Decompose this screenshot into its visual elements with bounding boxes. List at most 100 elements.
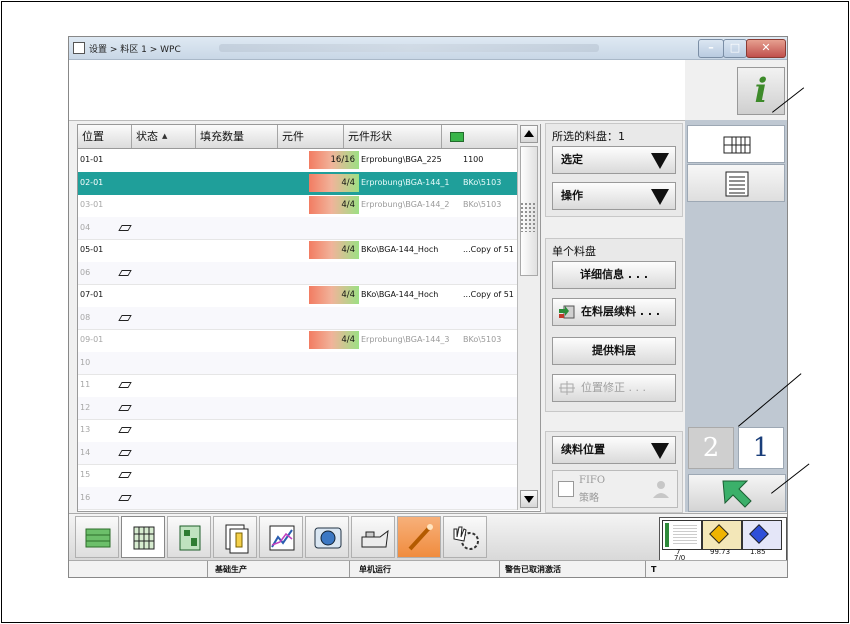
maximize-button[interactable]: □ <box>723 39 747 58</box>
extra-status: T <box>651 565 657 574</box>
empty-tray-icon <box>118 472 132 478</box>
tool-documents[interactable] <box>213 516 257 558</box>
production-mode-status: 基础生产 <box>215 565 247 574</box>
table-row[interactable]: 08 <box>78 306 540 330</box>
cell-component: Erprobung\BGA_225 <box>361 155 442 164</box>
table-row[interactable]: 06 <box>78 261 540 285</box>
cell-shape: BKo\5103 <box>463 335 502 344</box>
line-status-display[interactable]: 7 7/0 99.73 1.85 <box>659 517 787 562</box>
provide-label: 提供料层 <box>592 344 636 357</box>
refill-position-panel: 续料位置 FIFO 策略 <box>545 431 683 513</box>
column-component-shape[interactable]: 元件形状 <box>344 125 442 148</box>
table-row[interactable]: 03-01 4/4 Erprobung\BGA-144_2 BKo\5103 <box>78 194 540 218</box>
status-value-right: 1.85 <box>750 548 766 556</box>
table-header: 位置 状态 ▲ 填充数量 元件 元件形状 <box>78 125 540 149</box>
page-1-button[interactable]: 1 <box>738 427 784 469</box>
board-icon <box>179 525 201 551</box>
cell-position: 08 <box>80 312 91 322</box>
empty-tray-icon <box>118 382 132 388</box>
provide-layer-button[interactable]: 提供料层 <box>552 337 676 365</box>
splitter-grip[interactable] <box>520 202 536 232</box>
fifo-strategy-label: 策略 <box>579 493 599 504</box>
page-1-label: 1 <box>752 433 770 463</box>
user-icon <box>653 481 669 498</box>
empty-tray-icon <box>118 427 132 433</box>
wrench-icon <box>408 524 433 551</box>
cell-position: 07-01 <box>80 290 104 299</box>
status-segment-3 <box>742 520 782 550</box>
tool-camera[interactable] <box>305 516 349 558</box>
cell-component: Erprobung\BGA-144_2 <box>361 200 450 209</box>
table-scrollbar[interactable] <box>517 124 540 510</box>
page-2-button[interactable]: 2 <box>688 427 734 469</box>
tool-statistics[interactable] <box>259 516 303 558</box>
hand-gear-icon <box>453 526 479 550</box>
table-row[interactable]: 13 <box>78 419 540 443</box>
tool-tray-grid[interactable] <box>121 516 165 558</box>
bottom-toolbar: 7 7/0 99.73 1.85 <box>69 513 787 562</box>
table-row[interactable]: 02-01 4/4 Erprobung\BGA-144_1 BKo\5103 <box>78 171 540 195</box>
tray-grid-view-button[interactable] <box>687 125 785 163</box>
empty-tray-icon <box>118 449 132 456</box>
table-row[interactable]: 10 <box>78 351 540 375</box>
tool-settings-hand[interactable] <box>443 516 487 558</box>
table-row[interactable]: 07-01 4/4 BKo\BGA-144_Hoch ...Copy of 51 <box>78 284 540 308</box>
table-row[interactable]: 16 <box>78 486 540 510</box>
table-row[interactable]: 14 <box>78 441 540 465</box>
cell-position: 03-01 <box>80 200 104 209</box>
column-status[interactable]: 状态 ▲ <box>132 125 196 148</box>
sort-ascending-icon: ▲ <box>162 132 168 140</box>
table-row[interactable]: 09-01 4/4 Erprobung\BGA-144_3 BKo\5103 <box>78 329 540 353</box>
refill-position-dropdown[interactable]: 续料位置 <box>552 436 676 464</box>
fifo-option: FIFO 策略 <box>552 470 678 508</box>
tool-board[interactable] <box>167 516 211 558</box>
cell-position: 10 <box>80 357 91 367</box>
cell-fill-quantity: 4/4 <box>309 196 359 214</box>
close-button[interactable]: ✕ <box>746 39 786 58</box>
fifo-label: FIFO <box>579 475 606 486</box>
empty-tray-icon <box>118 404 132 411</box>
cell-fill-quantity: 4/4 <box>309 286 359 304</box>
details-label: 详细信息 . . . <box>579 268 649 281</box>
refill-icon <box>559 305 575 319</box>
operate-label: 操作 <box>561 189 583 202</box>
table-row[interactable]: 12 <box>78 396 540 420</box>
scroll-down-button[interactable] <box>520 490 538 508</box>
tray-grid-icon <box>133 526 155 550</box>
cell-position: 16 <box>80 492 91 502</box>
tool-money-stack[interactable] <box>75 516 119 558</box>
refill-label: 在料层续料 . . . <box>581 305 661 318</box>
table-row[interactable]: 11 <box>78 374 540 398</box>
operate-dropdown-button[interactable]: 操作 <box>552 182 676 210</box>
minimize-button[interactable]: – <box>698 39 724 58</box>
tool-wrench[interactable] <box>397 516 441 558</box>
cell-component: Erprobung\BGA-144_3 <box>361 335 450 344</box>
column-position[interactable]: 位置 <box>78 125 132 148</box>
status-value-mid: 99.73 <box>710 548 731 556</box>
position-correction-button[interactable]: 位置修正 . . . <box>552 374 676 402</box>
cell-fill-quantity: 4/4 <box>309 173 359 192</box>
fifo-checkbox[interactable] <box>558 481 574 497</box>
cell-fill-quantity: 4/4 <box>309 331 359 349</box>
cell-position: 09-01 <box>80 335 104 344</box>
cell-position: 14 <box>80 447 91 457</box>
details-button[interactable]: 详细信息 . . . <box>552 261 676 289</box>
table-row[interactable]: 15 <box>78 464 540 488</box>
list-view-button[interactable] <box>687 164 785 202</box>
select-dropdown-button[interactable]: 选定 <box>552 146 676 174</box>
cell-fill-quantity: 16/16 <box>309 151 359 169</box>
refill-layer-button[interactable]: 在料层续料 . . . <box>552 298 676 326</box>
selected-trays-label: 所选的料盘：1 <box>552 130 625 143</box>
title-bar: 设置 > 料区 1 > WPC – □ ✕ <box>69 37 787 60</box>
cell-position: 06 <box>80 267 91 277</box>
alarm-status: 警告已取消激活 <box>505 565 561 574</box>
column-fill-quantity[interactable]: 填充数量 <box>196 125 278 148</box>
table-row[interactable]: 05-01 4/4 BKo\BGA-144_Hoch ...Copy of 51 <box>78 239 540 263</box>
scroll-up-button[interactable] <box>520 125 538 143</box>
cell-position: 01-01 <box>80 155 104 164</box>
tool-oil-can[interactable] <box>351 516 395 558</box>
table-row[interactable]: 01-01 16/16 Erprobung\BGA_225 1100 <box>78 149 540 173</box>
cell-position: 12 <box>80 402 91 412</box>
table-row[interactable]: 04 <box>78 216 540 240</box>
column-component[interactable]: 元件 <box>278 125 344 148</box>
